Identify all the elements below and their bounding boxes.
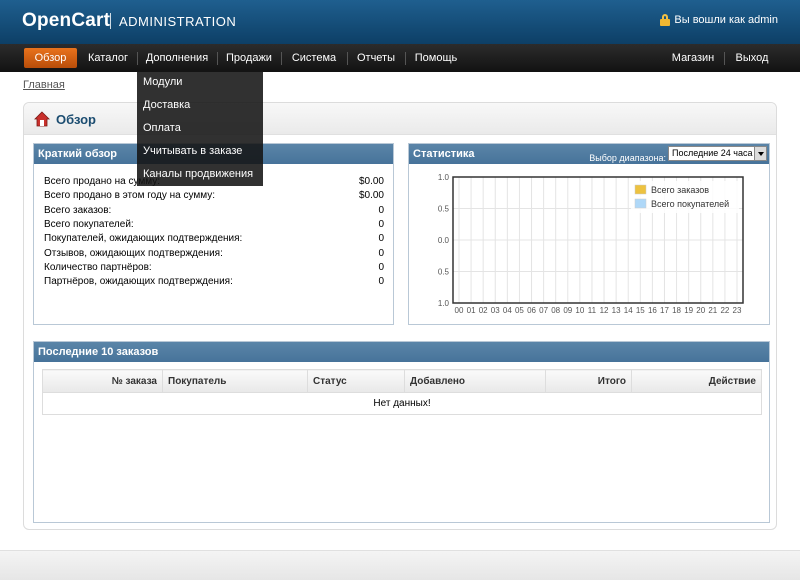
x-tick-label: 14: [624, 306, 633, 315]
y-tick-label: 1.0: [438, 173, 450, 182]
stat-value: $0.00: [358, 190, 384, 202]
logo-subtitle: ADMINISTRATION: [119, 14, 237, 29]
column-order-id[interactable]: № заказа: [42, 369, 163, 393]
menu-item-extensions[interactable]: Дополнения: [141, 48, 213, 68]
x-tick-label: 06: [527, 306, 536, 315]
home-icon: [34, 111, 50, 127]
column-action: Действие: [631, 369, 762, 393]
stat-value: $0.00: [358, 176, 384, 187]
legend-label: Всего заказов: [651, 185, 709, 195]
x-tick-label: 00: [455, 306, 464, 315]
x-tick-label: 22: [720, 306, 729, 315]
statistics-title: Статистика: [413, 148, 475, 160]
menu-separator: [724, 52, 725, 65]
login-status: Вы вошли как admin: [660, 14, 778, 26]
column-status[interactable]: Статус: [307, 369, 405, 393]
range-select-value: Последние 24 часа: [672, 148, 753, 158]
x-tick-label: 21: [708, 306, 717, 315]
stat-value: 0: [378, 276, 384, 288]
login-text: Вы вошли как admin: [674, 14, 778, 26]
menu-item-sales[interactable]: Продажи: [221, 48, 277, 68]
main-menu: Обзор Каталог Дополнения Продажи Система…: [0, 44, 800, 72]
x-tick-label: 16: [648, 306, 657, 315]
menu-item-reports[interactable]: Отчеты: [351, 48, 401, 68]
stat-value: 0: [378, 204, 384, 216]
statistics-chart: 00 01 02 03 04 05 06 07 08 09 10 11 12 13 14 15 16 17 18 19…: [438, 173, 744, 315]
stat-label: Количество партнёров:: [44, 261, 152, 273]
dropdown-item-order-totals[interactable]: Учитывать в заказе: [143, 145, 242, 157]
menu-separator: [217, 52, 218, 65]
menu-item-logout[interactable]: Выход: [728, 48, 776, 68]
x-tick-label: 07: [539, 306, 548, 315]
dropdown-item-payment[interactable]: Оплата: [143, 122, 181, 134]
footer: [0, 550, 800, 580]
x-tick-label: 05: [515, 306, 524, 315]
stat-label: Всего продано в этом году на сумму:: [44, 190, 216, 202]
x-tick-label: 04: [503, 306, 512, 315]
logo[interactable]: OpenCart: [22, 10, 110, 32]
x-tick-label: 12: [600, 306, 609, 315]
dropdown-item-shipping[interactable]: Доставка: [143, 99, 190, 111]
page-title: Обзор: [56, 112, 96, 127]
logo-separator: [110, 13, 111, 29]
extensions-dropdown: Модули Доставка Оплата Учитывать в заказ…: [137, 70, 263, 186]
x-tick-label: 02: [479, 306, 488, 315]
x-tick-label: 13: [612, 306, 621, 315]
stat-label: Покупателей, ожидающих подтверждения:: [44, 233, 243, 245]
y-tick-label: 0.5: [438, 205, 450, 214]
y-tick-label: 1.0: [438, 299, 450, 308]
legend-swatch: [634, 184, 647, 195]
top-header: OpenCart ADMINISTRATION Вы вошли как adm…: [0, 0, 800, 44]
x-tick-label: 08: [551, 306, 560, 315]
stat-label: Отзывов, ожидающих подтверждения:: [44, 247, 223, 259]
x-tick-label: 19: [684, 306, 693, 315]
menu-item-catalog[interactable]: Каталог: [82, 48, 134, 68]
stat-value: 0: [378, 233, 384, 245]
statistics-panel: Статистика Выбор диапазона: Последние 24…: [408, 143, 770, 325]
menu-separator: [405, 52, 406, 65]
legend-swatch: [634, 198, 647, 209]
menu-separator: [347, 52, 348, 65]
column-date-added[interactable]: Добавлено: [404, 369, 546, 393]
stat-value: 0: [378, 218, 384, 230]
legend-label: Всего покупателей: [651, 199, 729, 209]
stat-value: 0: [378, 261, 384, 273]
lock-icon: [660, 14, 671, 26]
x-tick-label: 09: [563, 306, 572, 315]
range-select[interactable]: Последние 24 часа: [668, 146, 767, 161]
table-row: Нет данных!: [42, 392, 762, 415]
x-tick-label: 23: [733, 306, 742, 315]
y-tick-label: 0.5: [438, 268, 450, 277]
x-tick-label: 01: [467, 306, 476, 315]
menu-item-system[interactable]: Система: [285, 48, 343, 68]
statistics-panel-title: Статистика Выбор диапазона: Последние 24…: [409, 144, 769, 164]
x-tick-label: 10: [575, 306, 584, 315]
column-total[interactable]: Итого: [545, 369, 632, 393]
x-tick-label: 15: [636, 306, 645, 315]
menu-separator: [281, 52, 282, 65]
x-tick-label: 11: [588, 306, 597, 315]
dropdown-item-modules[interactable]: Модули: [143, 76, 182, 88]
x-tick-label: 03: [491, 306, 500, 315]
menu-item-store[interactable]: Магазин: [666, 48, 720, 68]
x-tick-label: 20: [696, 306, 705, 315]
menu-item-overview[interactable]: Обзор: [24, 48, 77, 68]
menu-item-help[interactable]: Помощь: [409, 48, 463, 68]
y-tick-label: 0.0: [438, 236, 450, 245]
stat-label: Всего заказов:: [44, 204, 112, 216]
dropdown-item-product-feeds[interactable]: Каналы продвижения: [143, 168, 253, 180]
breadcrumb-home[interactable]: Главная: [23, 79, 65, 91]
stat-label: Партнёров, ожидающих подтверждения:: [44, 276, 233, 288]
x-tick-label: 17: [660, 306, 669, 315]
orders-table: № заказа Покупатель Статус Добавлено Ито…: [42, 369, 762, 415]
x-tick-label: 18: [672, 306, 681, 315]
chevron-down-icon[interactable]: [754, 147, 766, 160]
latest-orders-panel: Последние 10 заказов № заказа Покупатель…: [33, 341, 770, 523]
no-results-text: Нет данных!: [42, 392, 762, 415]
menu-separator: [137, 52, 138, 65]
stat-label: Всего покупателей:: [44, 218, 134, 230]
latest-orders-title: Последние 10 заказов: [34, 342, 769, 362]
stat-value: 0: [378, 247, 384, 259]
column-customer[interactable]: Покупатель: [162, 369, 308, 393]
